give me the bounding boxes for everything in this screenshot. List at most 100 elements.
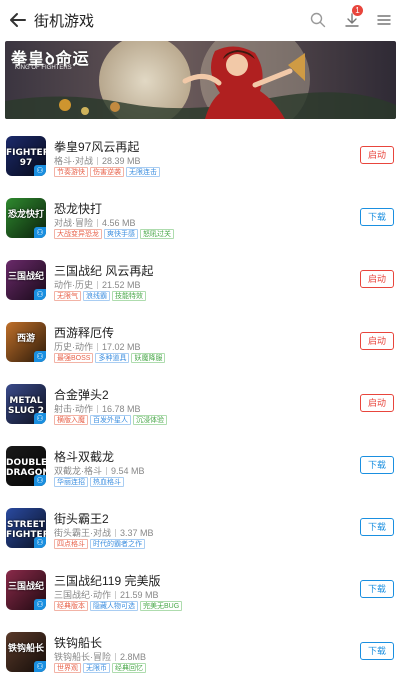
game-tag: 经典版本 [54, 601, 88, 611]
game-thumbnail[interactable]: STREET FIGHTER ⚇ [6, 508, 46, 548]
game-thumbnail[interactable]: 三国战纪 ⚇ [6, 570, 46, 610]
game-tag: 节奏游快 [54, 167, 88, 177]
game-thumbnail[interactable]: 三国战纪 ⚇ [6, 260, 46, 300]
game-genre: 三国战纪·动作 [54, 590, 111, 600]
game-tag: 怒吼过关 [140, 229, 174, 239]
game-list-item[interactable]: 铁钩船长 ⚇ 铁钩船长 铁钩船长·冒险 2.8MB 世界观 无限币 经典回忆 下载 [0, 629, 400, 691]
launch-button[interactable]: 启动 [360, 394, 394, 412]
game-name[interactable]: 恐龙快打 [54, 200, 102, 217]
game-size: 4.56 MB [102, 218, 136, 228]
promo-banner[interactable]: 拳皇ꝺ命运 KING OF FIGHTERS [5, 41, 396, 119]
game-name[interactable]: 格斗双截龙 [54, 448, 114, 465]
game-genre: 双截龙·格斗 [54, 466, 102, 476]
game-name[interactable]: 拳皇97风云再起 [54, 138, 139, 155]
game-name[interactable]: 合金弹头2 [54, 386, 109, 403]
game-genre: 格斗·对战 [54, 156, 93, 166]
game-thumbnail[interactable]: FIGHTERS 97⚇ [6, 136, 46, 176]
download-button[interactable]: 下载 [360, 580, 394, 598]
game-genre: 铁钩船长·冒险 [54, 652, 111, 662]
game-tag: 多种道具 [95, 353, 130, 363]
game-tag: 世界观 [54, 663, 81, 673]
game-list-item[interactable]: 西游 ⚇ 西游释厄传 历史·动作 17.02 MB 最强BOSS 多种道具 妖魔降服 启动 [0, 319, 400, 381]
download-button[interactable]: 下载 [360, 208, 394, 226]
game-size: 16.78 MB [102, 404, 141, 414]
game-thumbnail[interactable]: 恐龙快打 ⚇ [6, 198, 46, 238]
launch-button[interactable]: 启动 [360, 332, 394, 350]
game-genre: 对战·冒险 [54, 218, 93, 228]
banner-subtitle: KING OF FIGHTERS [15, 65, 72, 71]
game-genre: 射击·动作 [54, 404, 93, 414]
user-icon: ⚇ [34, 227, 46, 238]
game-thumbnail[interactable]: 铁钩船长 ⚇ [6, 632, 46, 672]
game-tags: 横版入魔 百发外星人 沉浸体验 [54, 415, 169, 426]
user-icon: ⚇ [34, 475, 46, 486]
game-meta: 射击·动作 16.78 MB [54, 402, 141, 415]
game-size: 17.02 MB [102, 342, 141, 352]
game-thumbnail-art-text: 恐龙快打 [7, 210, 44, 220]
game-list-item[interactable]: 恐龙快打 ⚇ 恐龙快打 对战·冒险 4.56 MB 大战变异恐龙 爽快手感 怒吼过关 下载 [0, 195, 400, 257]
launch-button[interactable]: 启动 [360, 146, 394, 164]
download-button[interactable]: 下载 [360, 456, 394, 474]
game-tag: 热血格斗 [90, 477, 124, 487]
game-list-item[interactable]: 三国战纪 ⚇ 三国战纪119 完美版 三国战纪·动作 21.59 MB 经典版本 隐藏人物可… [0, 567, 400, 629]
game-name[interactable]: 街头霸王2 [54, 510, 109, 527]
meta-divider [115, 529, 116, 537]
game-meta: 历史·动作 17.02 MB [54, 340, 141, 353]
game-list-item[interactable]: DOUBLE DRAGON ⚇ 格斗双截龙 双截龙·格斗 9.54 MB 华丽连招 热血格斗… [0, 443, 400, 505]
game-tag: 横版入魔 [54, 415, 88, 425]
game-tags: 最强BOSS 多种道具 妖魔降服 [54, 353, 167, 364]
game-meta: 动作·历史 21.52 MB [54, 278, 141, 291]
game-tag: 四点格斗 [54, 539, 88, 549]
page-title: 街机游戏 [34, 13, 95, 30]
game-tag: 无限连击 [126, 167, 160, 177]
game-list-item[interactable]: METAL SLUG 2 ⚇ 合金弹头2 射击·动作 16.78 MB 横版入魔 百发外星人… [0, 381, 400, 443]
game-meta: 对战·冒险 4.56 MB [54, 216, 136, 229]
game-list: FIGHTERS 97⚇拳皇97风云再起格斗·对战28.39 MB节奏游快伤害逆… [0, 133, 400, 691]
game-thumbnail[interactable]: DOUBLE DRAGON ⚇ [6, 446, 46, 486]
meta-divider [97, 405, 98, 413]
game-size: 21.59 MB [120, 590, 159, 600]
download-count-badge: 1 [352, 5, 363, 16]
game-tag: 沉浸体验 [133, 415, 167, 425]
game-tags: 大战变异恐龙 爽快手感 怒吼过关 [54, 229, 176, 240]
user-icon: ⚇ [34, 351, 46, 362]
meta-divider [97, 281, 98, 289]
game-tag: 时代的霸者之作 [90, 539, 145, 549]
game-list-item[interactable]: STREET FIGHTER ⚇ 街头霸王2 街头霸王·对战 3.37 MB 四点格斗 时代… [0, 505, 400, 567]
game-list-item[interactable]: 三国战纪 ⚇ 三国战纪 风云再起 动作·历史 21.52 MB 无限气 浪线霸 技能特效 启动 [0, 257, 400, 319]
game-tags: 四点格斗 时代的霸者之作 [54, 539, 147, 550]
meta-divider [115, 653, 116, 661]
game-name[interactable]: 西游释厄传 [54, 324, 114, 341]
game-tag: 华丽连招 [54, 477, 88, 487]
game-meta: 街头霸王·对战 3.37 MB [54, 526, 154, 539]
game-size: 28.39 MB [102, 156, 141, 166]
game-name[interactable]: 三国战纪 风云再起 [54, 262, 153, 279]
game-name[interactable]: 三国战纪119 完美版 [54, 572, 160, 589]
user-icon: ⚇ [34, 599, 46, 610]
back-arrow-icon[interactable] [6, 8, 30, 32]
game-tag: 技能特效 [112, 291, 146, 301]
game-thumbnail[interactable]: METAL SLUG 2 ⚇ [6, 384, 46, 424]
meta-divider [97, 157, 98, 165]
game-tag: 爽快手感 [104, 229, 138, 239]
search-icon[interactable] [308, 10, 328, 30]
menu-icon[interactable] [374, 10, 394, 30]
game-size: 21.52 MB [102, 280, 141, 290]
launch-button[interactable]: 启动 [360, 270, 394, 288]
game-tag: 伤害逆袭 [90, 167, 124, 177]
game-tag: 无限气 [54, 291, 81, 301]
user-icon: ⚇ [34, 537, 46, 548]
game-thumbnail[interactable]: 西游 ⚇ [6, 322, 46, 362]
download-button[interactable]: 下载 [360, 518, 394, 536]
game-tag: 妖魔降服 [131, 353, 166, 363]
user-icon: ⚇ [34, 165, 46, 176]
game-tag: 大战变异恐龙 [54, 229, 102, 239]
game-thumbnail-art-text: 三国战纪 [7, 582, 44, 592]
download-button[interactable]: 下载 [360, 642, 394, 660]
game-tags: 经典版本 隐藏人物可选 完美无BUG [54, 601, 184, 612]
game-list-item[interactable]: FIGHTERS 97⚇拳皇97风云再起格斗·对战28.39 MB节奏游快伤害逆… [0, 133, 400, 195]
game-tags: 节奏游快 伤害逆袭 无限连击 [54, 167, 162, 178]
game-name[interactable]: 铁钩船长 [54, 634, 102, 651]
game-tag: 最强BOSS [54, 353, 94, 363]
game-thumbnail-art-text: 三国战纪 [7, 272, 44, 282]
